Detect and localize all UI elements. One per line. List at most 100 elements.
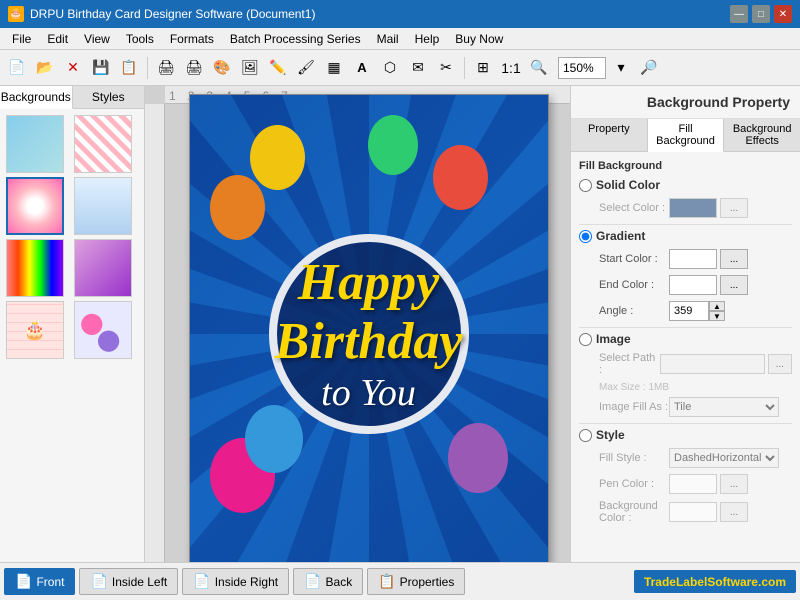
end-color-browse[interactable]: ... [720, 275, 748, 295]
start-color-label: Start Color : [599, 253, 669, 265]
new-button[interactable]: 📄 [4, 55, 30, 81]
menu-file[interactable]: File [4, 30, 39, 48]
tab-fill-background[interactable]: Fill Background [648, 119, 725, 152]
shape-button[interactable]: ⬡ [377, 55, 403, 81]
angle-input[interactable] [669, 301, 709, 321]
image-label[interactable]: Image [596, 332, 631, 346]
save-button[interactable]: 💾 [88, 55, 114, 81]
bg-color-box[interactable] [669, 502, 717, 522]
bg-thumb-5[interactable] [6, 239, 64, 297]
bg-thumb-8[interactable] [74, 301, 132, 359]
saveas-button[interactable]: 📋 [116, 55, 142, 81]
tab-property[interactable]: Property [571, 119, 648, 151]
divider-3 [579, 423, 792, 424]
style-row: Style [579, 428, 792, 442]
menu-edit[interactable]: Edit [39, 30, 76, 48]
fill-style-row: Fill Style : DashedHorizontal Horizontal… [579, 448, 792, 468]
zoomin-button[interactable]: 🔍 [526, 55, 552, 81]
solid-color-box[interactable] [669, 198, 717, 218]
tab-inside-right[interactable]: 📄 Inside Right [182, 568, 289, 595]
zoom-btn[interactable]: 1:1 [498, 55, 524, 81]
gradient-radio[interactable] [579, 230, 592, 243]
select-color-row: Select Color : ... [579, 198, 792, 218]
menu-tools[interactable]: Tools [118, 30, 162, 48]
start-color-box[interactable] [669, 249, 717, 269]
print-button[interactable]: 🖨 [153, 55, 179, 81]
barcode-button[interactable]: ▦ [321, 55, 347, 81]
tab-styles[interactable]: Styles [73, 86, 145, 108]
menu-buynow[interactable]: Buy Now [447, 30, 511, 48]
menu-help[interactable]: Help [407, 30, 448, 48]
tab-backgrounds[interactable]: Backgrounds [0, 86, 73, 109]
maximize-button[interactable]: □ [752, 5, 770, 23]
close-button[interactable]: ✕ [774, 5, 792, 23]
right-content: Fill Background Solid Color Select Color… [571, 152, 800, 562]
solid-color-row: Solid Color [579, 178, 792, 192]
tab-back[interactable]: 📄 Back [293, 568, 363, 595]
menu-view[interactable]: View [76, 30, 118, 48]
style-label[interactable]: Style [596, 428, 625, 442]
style-radio[interactable] [579, 429, 592, 442]
right-panel-title: Background Property [571, 86, 800, 119]
grid-button[interactable]: ⊞ [470, 55, 496, 81]
zoom-dropdown[interactable]: ▾ [608, 55, 634, 81]
right-tabs: Property Fill Background Background Effe… [571, 119, 800, 152]
pen-color-label: Pen Color : [599, 478, 669, 490]
end-color-box[interactable] [669, 275, 717, 295]
open-button[interactable]: 📂 [32, 55, 58, 81]
bg-thumb-3[interactable] [6, 177, 64, 235]
card-image[interactable]: Happy Birthday to You [189, 94, 549, 562]
window-controls: — □ ✕ [730, 5, 792, 23]
fill-style-select[interactable]: DashedHorizontal Horizontal Vertical [669, 448, 779, 468]
toolbar: 📄 📂 ✕ 💾 📋 🖨 🖨 🎨 🖼 ✏️ 🖌 ▦ A ⬡ ✉ ✂ ⊞ 1:1 🔍… [0, 50, 800, 86]
zoom-input[interactable] [558, 57, 606, 79]
angle-down[interactable]: ▼ [709, 311, 725, 321]
menu-mail[interactable]: Mail [369, 30, 407, 48]
bg-color-browse[interactable]: ... [720, 502, 748, 522]
print2-button[interactable]: 🖨 [181, 55, 207, 81]
path-browse[interactable]: ... [768, 354, 792, 374]
image-radio[interactable] [579, 333, 592, 346]
image-fill-select[interactable]: Tile Stretch Center [669, 397, 779, 417]
start-color-row: Start Color : ... [579, 249, 792, 269]
path-input[interactable] [660, 354, 765, 374]
image-button[interactable]: 🖼 [237, 55, 263, 81]
menu-formats[interactable]: Formats [162, 30, 222, 48]
scissors-button[interactable]: ✂ [433, 55, 459, 81]
angle-label: Angle : [599, 305, 669, 317]
pen-color-browse[interactable]: ... [720, 474, 748, 494]
bg-thumb-1[interactable] [6, 115, 64, 173]
minimize-button[interactable]: — [730, 5, 748, 23]
bg-thumb-6[interactable] [74, 239, 132, 297]
tab-properties[interactable]: 📋 Properties [367, 568, 465, 595]
app-icon: 🎂 [8, 6, 24, 22]
balloon-purple [448, 423, 508, 493]
tab-front[interactable]: 📄 Front [4, 568, 75, 595]
bg-thumb-4[interactable] [74, 177, 132, 235]
bg-thumb-2[interactable] [74, 115, 132, 173]
angle-up[interactable]: ▲ [709, 301, 725, 311]
solid-color-label[interactable]: Solid Color [596, 178, 660, 192]
solid-color-radio[interactable] [579, 179, 592, 192]
solid-color-browse[interactable]: ... [720, 198, 748, 218]
max-size-text: Max Size : 1MB [599, 382, 792, 393]
paint-button[interactable]: 🖌 [293, 55, 319, 81]
menu-batch[interactable]: Batch Processing Series [222, 30, 369, 48]
bottom-bar: 📄 Front 📄 Inside Left 📄 Inside Right 📄 B… [0, 562, 800, 600]
fill-bg-title: Fill Background [579, 160, 792, 172]
text-button[interactable]: A [349, 55, 375, 81]
tab-bg-effects[interactable]: Background Effects [724, 119, 800, 151]
mail-button[interactable]: ✉ [405, 55, 431, 81]
pen-color-box[interactable] [669, 474, 717, 494]
delete-button[interactable]: ✕ [60, 55, 86, 81]
tab-inside-left[interactable]: 📄 Inside Left [79, 568, 178, 595]
ruler-vertical [145, 104, 165, 562]
select-path-label: Select Path : [599, 352, 660, 376]
color-button[interactable]: 🎨 [209, 55, 235, 81]
brand-box: TradeLabelSoftware.com [634, 570, 796, 593]
pen-button[interactable]: ✏️ [265, 55, 291, 81]
zoomout-button[interactable]: 🔎 [636, 55, 662, 81]
start-color-browse[interactable]: ... [720, 249, 748, 269]
bg-thumb-7[interactable]: 🎂 [6, 301, 64, 359]
gradient-label[interactable]: Gradient [596, 229, 645, 243]
